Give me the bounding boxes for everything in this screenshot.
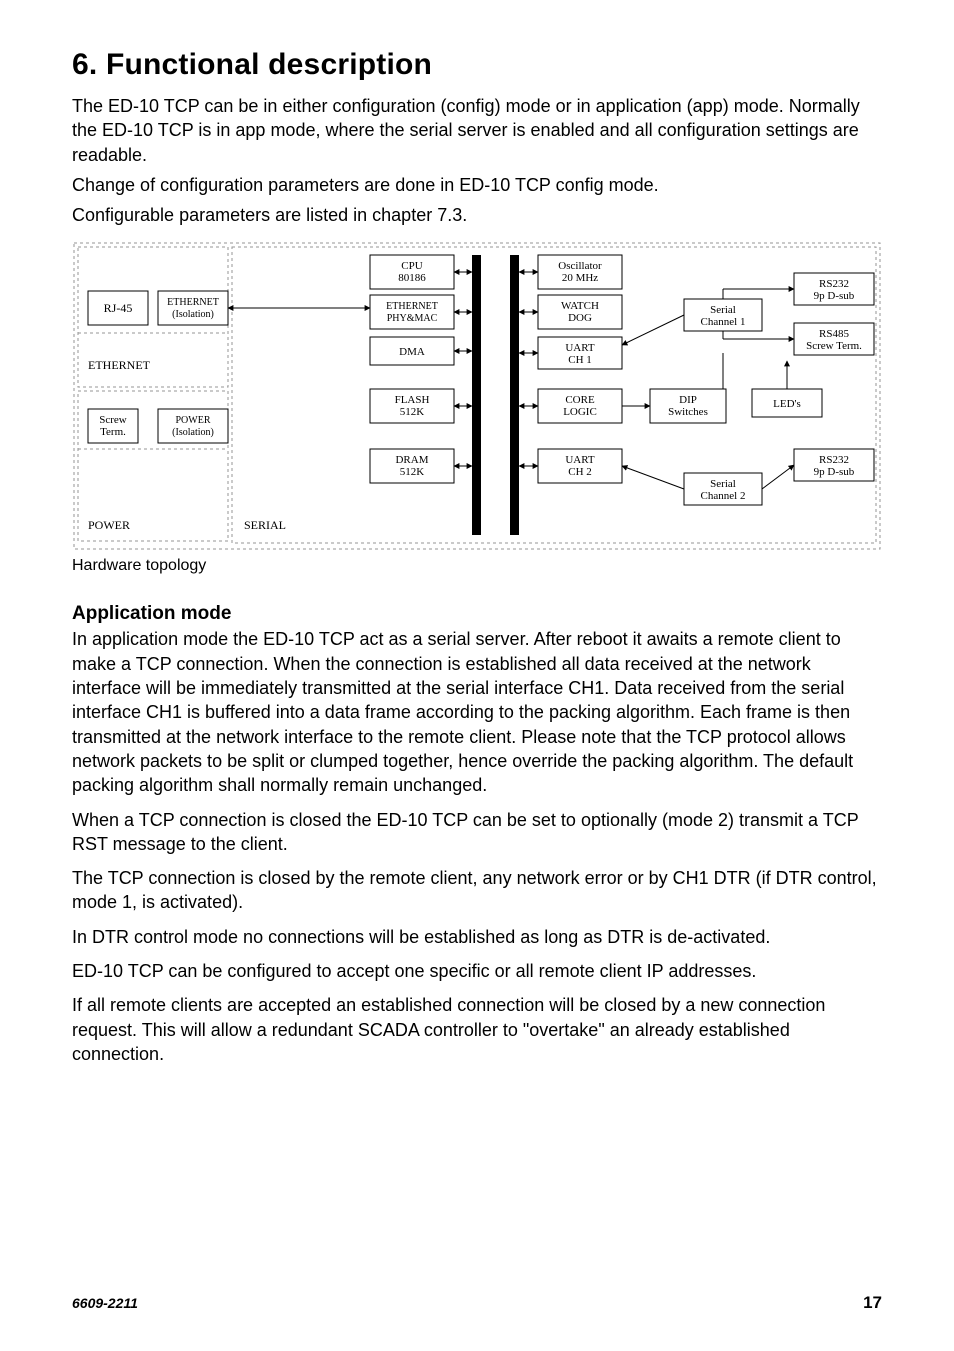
box-rs232-b: RS232 9p D-sub	[794, 449, 874, 481]
svg-text:RS232: RS232	[819, 454, 849, 466]
svg-text:ETHERNET: ETHERNET	[386, 301, 438, 312]
svg-text:Channel 2: Channel 2	[701, 490, 746, 502]
box-dram: DRAM 512K	[370, 449, 454, 483]
svg-text:20 MHz: 20 MHz	[562, 272, 598, 284]
box-serial1: Serial Channel 1	[684, 299, 762, 331]
svg-text:9p D-sub: 9p D-sub	[814, 466, 855, 478]
section-label-power: POWER	[88, 518, 130, 532]
svg-text:RS232: RS232	[819, 278, 849, 290]
svg-text:CH 1: CH 1	[568, 354, 592, 366]
paragraph: The TCP connection is closed by the remo…	[72, 866, 882, 915]
svg-text:DIP: DIP	[679, 394, 697, 406]
box-power-isolation: POWER (Isolation)	[158, 409, 228, 443]
svg-text:CORE: CORE	[565, 394, 595, 406]
box-watchdog: WATCH DOG	[538, 295, 622, 329]
svg-text:CH 2: CH 2	[568, 466, 592, 478]
svg-text:Screw Term.: Screw Term.	[806, 340, 862, 352]
box-phymac: ETHERNET PHY&MAC	[370, 295, 454, 329]
svg-text:(Isolation): (Isolation)	[172, 309, 214, 320]
paragraph: If all remote clients are accepted an es…	[72, 993, 882, 1066]
svg-text:Screw: Screw	[99, 414, 127, 426]
box-rs485: RS485 Screw Term.	[794, 323, 874, 355]
box-oscillator: Oscillator 20 MHz	[538, 255, 622, 289]
box-rs232-a: RS232 9p D-sub	[794, 273, 874, 305]
box-leds: LED's	[752, 389, 822, 417]
figure-caption: Hardware topology	[72, 557, 882, 575]
svg-text:Serial: Serial	[710, 478, 736, 490]
paragraph: When a TCP connection is closed the ED-1…	[72, 808, 882, 857]
application-mode-heading: Application mode	[72, 603, 882, 625]
footer-page-number: 17	[863, 1293, 882, 1313]
svg-text:(Isolation): (Isolation)	[172, 427, 214, 438]
svg-text:UART: UART	[565, 342, 595, 354]
box-serial2: Serial Channel 2	[684, 473, 762, 505]
hardware-topology-figure: RJ-45 ETHERNET (Isolation) Screw Term. P…	[72, 241, 882, 551]
paragraph: In DTR control mode no connections will …	[72, 925, 882, 949]
section-title: 6. Functional description	[72, 48, 882, 82]
box-flash: FLASH 512K	[370, 389, 454, 423]
svg-text:RS485: RS485	[819, 328, 849, 340]
svg-text:Serial: Serial	[710, 304, 736, 316]
svg-text:WATCH: WATCH	[561, 300, 599, 312]
label-rj45: RJ-45	[104, 301, 133, 315]
svg-text:PHY&MAC: PHY&MAC	[387, 313, 438, 324]
paragraph: In application mode the ED-10 TCP act as…	[72, 627, 882, 797]
svg-text:CPU: CPU	[401, 260, 422, 272]
svg-text:LED's: LED's	[773, 398, 801, 410]
svg-text:DRAM: DRAM	[395, 454, 428, 466]
svg-text:9p D-sub: 9p D-sub	[814, 290, 855, 302]
section-label-serial: SERIAL	[244, 518, 286, 532]
box-core: CORE LOGIC	[538, 389, 622, 423]
svg-text:ETHERNET: ETHERNET	[167, 297, 219, 308]
svg-text:UART: UART	[565, 454, 595, 466]
svg-text:LOGIC: LOGIC	[563, 406, 597, 418]
svg-text:POWER: POWER	[176, 415, 211, 426]
svg-text:FLASH: FLASH	[395, 394, 430, 406]
box-rj45: RJ-45	[88, 291, 148, 325]
svg-text:DOG: DOG	[568, 312, 592, 324]
box-dip: DIP Switches	[650, 389, 726, 423]
svg-text:Switches: Switches	[668, 406, 708, 418]
svg-text:Term.: Term.	[100, 426, 126, 438]
box-screw-term: Screw Term.	[88, 409, 138, 443]
footer-doc-number: 6609-2211	[72, 1295, 138, 1311]
box-uart1: UART CH 1	[538, 337, 622, 369]
paragraph: The ED-10 TCP can be in either configura…	[72, 94, 882, 167]
box-uart2: UART CH 2	[538, 449, 622, 483]
box-dma: DMA	[370, 337, 454, 365]
paragraph: Configurable parameters are listed in ch…	[72, 203, 882, 227]
paragraph: ED-10 TCP can be configured to accept on…	[72, 959, 882, 983]
svg-text:80186: 80186	[398, 272, 426, 284]
box-ethernet-isolation: ETHERNET (Isolation)	[158, 291, 228, 325]
svg-text:DMA: DMA	[399, 346, 425, 358]
svg-text:Channel 1: Channel 1	[701, 316, 746, 328]
paragraph: Change of configuration parameters are d…	[72, 173, 882, 197]
section-label-ethernet: ETHERNET	[88, 358, 151, 372]
svg-text:512K: 512K	[400, 466, 425, 478]
box-cpu: CPU 80186	[370, 255, 454, 289]
svg-text:Oscillator: Oscillator	[558, 260, 602, 272]
svg-text:512K: 512K	[400, 406, 425, 418]
